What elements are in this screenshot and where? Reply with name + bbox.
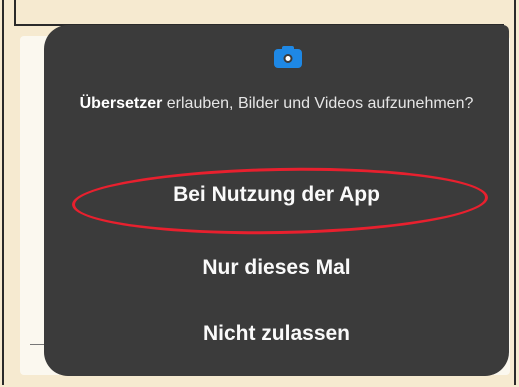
allow-once-button[interactable]: Nur dieses Mal: [44, 256, 509, 280]
deny-button[interactable]: Nicht zulassen: [44, 322, 509, 346]
app-name: Übersetzer: [79, 95, 163, 112]
allow-while-using-button[interactable]: Bei Nutzung der App: [44, 183, 509, 207]
border-line: [14, 0, 16, 24]
permission-question: Übersetzer erlauben, Bilder und Videos a…: [64, 94, 489, 113]
permission-dialog: Übersetzer erlauben, Bilder und Videos a…: [44, 25, 509, 376]
camera-icon: [274, 46, 302, 68]
question-text: erlauben, Bilder und Videos aufzunehmen?: [162, 95, 474, 112]
